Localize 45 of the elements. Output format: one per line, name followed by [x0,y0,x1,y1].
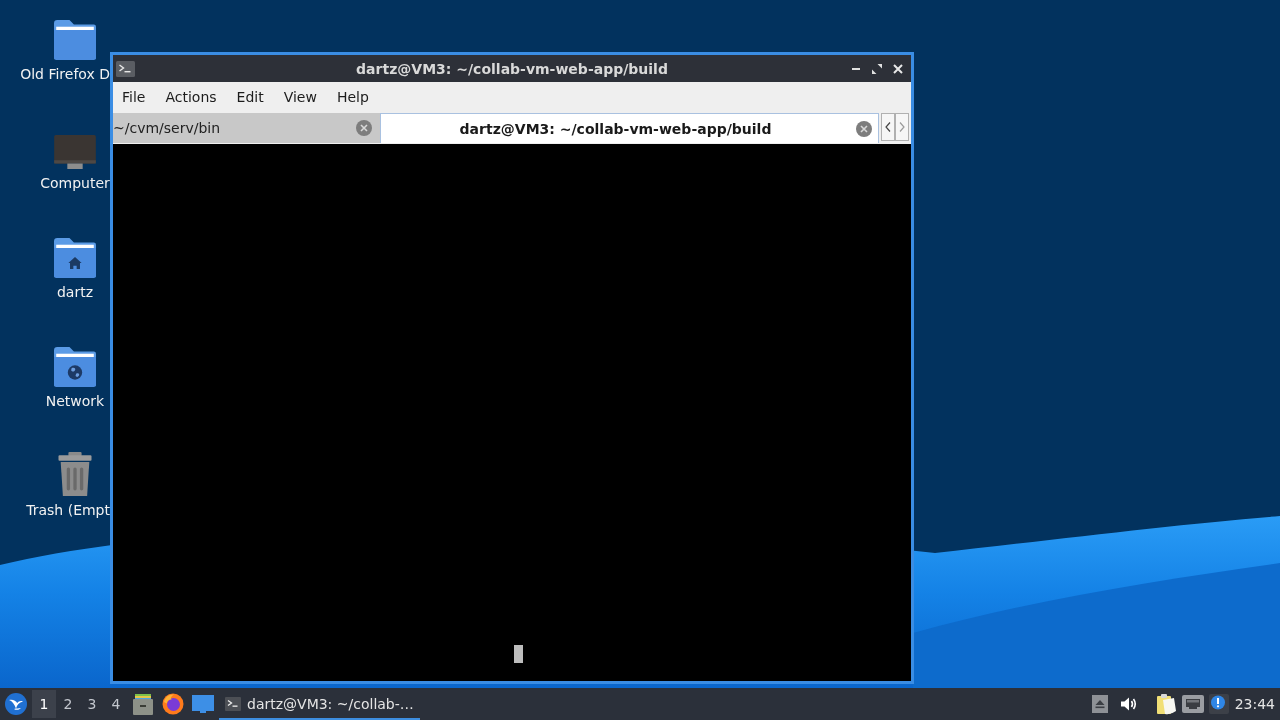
workspace-button[interactable]: 1 [32,690,56,718]
terminal-icon[interactable] [116,60,135,77]
desktop-icon-label[interactable]: Network [45,392,105,410]
text-cursor [514,645,523,663]
chevron-right-icon [899,122,905,132]
trash-icon[interactable] [57,452,93,496]
workspace-button[interactable]: 3 [80,690,104,718]
menu-item[interactable]: View [278,84,322,110]
workspace-button[interactable]: 4 [104,690,128,718]
monitor-icon[interactable] [54,135,96,169]
clock[interactable]: 23:44 [1234,696,1275,712]
notepad-icon[interactable] [1154,693,1177,715]
file-cabinet-icon [133,693,153,715]
close-tab-icon[interactable] [856,120,872,137]
bird-logo-icon [5,693,27,715]
terminal-tab[interactable]: dartz@VM3: ~/collab-vm-web-app/build [380,113,879,143]
close-icon [892,63,903,74]
chevron-left-icon [885,122,891,132]
menu-item[interactable]: File [117,84,151,110]
folder-icon[interactable] [54,20,96,60]
menu-item[interactable]: Help [331,84,374,110]
window-title: dartz@VM3: ~/collab-vm-web-app/build [356,60,668,77]
screen-icon [192,695,214,713]
desktop-icon-label[interactable]: Trash (Empt [26,501,110,519]
menu-item[interactable]: Actions [160,84,222,110]
alert-icon[interactable] [1208,694,1229,714]
workspace-button[interactable]: 2 [56,690,80,718]
network-folder-icon[interactable] [54,347,96,387]
speaker-icon[interactable] [1119,695,1138,713]
minimize-icon [851,67,860,70]
eject-icon[interactable] [1091,695,1108,713]
home-folder-icon[interactable] [54,238,96,278]
scroll-tabs-left-button[interactable] [881,113,895,141]
terminal-tab[interactable]: ~/cvm/serv/bin [113,113,380,143]
ethernet-port-icon[interactable] [1181,695,1204,713]
start-menu-button[interactable] [4,690,28,718]
taskbar-window-button[interactable]: dartz@VM3: ~/collab-… [219,688,420,720]
menu-item[interactable]: Edit [231,84,269,110]
close-tab-icon[interactable] [356,120,372,136]
desktop-icon-label[interactable]: Old Firefox D [20,65,110,83]
maximize-icon [871,63,882,74]
terminal-icon [225,697,241,711]
desktop-icon-label[interactable]: Computer [40,174,110,192]
fox-globe-icon [162,693,184,715]
desktop-icon-label[interactable]: dartz [56,283,94,301]
